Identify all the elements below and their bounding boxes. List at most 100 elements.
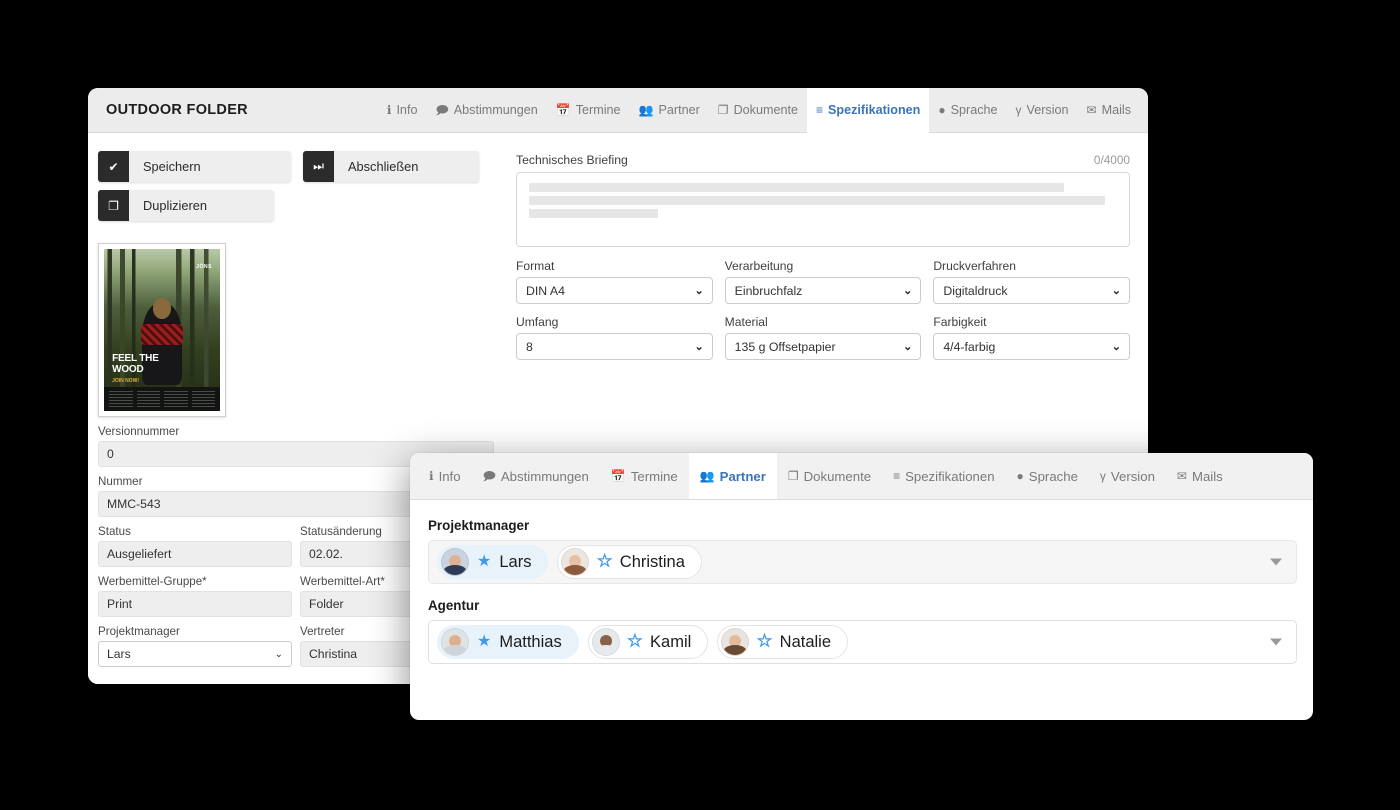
tab-label: Dokumente — [803, 468, 872, 484]
avatar — [441, 628, 469, 656]
tab-label: Info — [438, 468, 461, 484]
poster-preview-image: JÖNS FEEL THE WOOD JOIN NOW! www.joens-o… — [104, 249, 220, 411]
documents-icon: ❐ — [717, 103, 729, 117]
tab-label: Sprache — [1028, 468, 1078, 484]
envelope-icon: ✉ — [1176, 469, 1187, 483]
tab-label: Sprache — [950, 103, 998, 117]
duplicate-button[interactable]: ❐ Duplizieren — [98, 190, 274, 221]
farbigkeit-value: 4/4-farbig — [943, 339, 996, 354]
projektmanager-value: Lars — [107, 647, 131, 661]
back-panel-header: OUTDOOR FOLDER ℹ Info 🗩 Abstimmungen 📅 T… — [88, 88, 1148, 133]
chevron-down-icon: ⌄ — [694, 341, 704, 353]
agentur-chip-list: ★ Matthias ★ Kamil ★ Natalie — [437, 625, 849, 659]
projektmanager-chip-list: ★ Lars ★ Christina — [437, 545, 702, 579]
preview-thumbnail[interactable]: JÖNS FEEL THE WOOD JOIN NOW! www.joens-o… — [98, 243, 226, 417]
tab-sprache[interactable]: ● Sprache — [929, 88, 1006, 133]
avatar — [441, 548, 469, 576]
tab-termine[interactable]: 📅 Termine — [547, 88, 630, 133]
briefing-char-counter: 0/4000 — [1093, 153, 1130, 167]
tab-spezifikationen[interactable]: ≡ Spezifikationen — [806, 88, 930, 133]
chevron-down-icon: ⌄ — [1111, 341, 1121, 353]
info-icon: ℹ — [386, 103, 392, 117]
fp-tab-abstimmungen[interactable]: 🗩 Abstimmungen — [472, 453, 600, 499]
star-outline-icon[interactable]: ★ — [597, 553, 613, 570]
poster-footer-col — [191, 390, 215, 407]
star-filled-icon[interactable]: ★ — [477, 554, 491, 570]
calendar-icon: 📅 — [610, 469, 626, 483]
tab-mails[interactable]: ✉ Mails — [1078, 88, 1140, 133]
fp-tab-mails[interactable]: ✉ Mails — [1166, 453, 1234, 499]
list-icon: ≡ — [815, 103, 823, 117]
umfang-select[interactable]: 8 ⌄ — [516, 333, 713, 360]
fp-tab-partner[interactable]: 👥 Partner — [688, 453, 777, 499]
projektmanager-select[interactable]: Lars ⌄ — [98, 641, 292, 667]
tab-partner[interactable]: 👥 Partner — [630, 88, 709, 133]
agentur-partner-field[interactable]: ★ Matthias ★ Kamil ★ Natalie — [428, 620, 1297, 664]
person-chip-lars[interactable]: ★ Lars — [437, 545, 549, 579]
tab-label: Info — [396, 103, 418, 117]
tab-label: Termine — [630, 468, 678, 484]
poster-figure-hair — [152, 297, 172, 319]
format-value: DIN A4 — [526, 283, 565, 298]
save-button-label: Speichern — [143, 159, 201, 174]
avatar-body — [563, 564, 588, 575]
save-button[interactable]: ✔ Speichern — [98, 151, 291, 182]
druckverfahren-select[interactable]: Digitaldruck ⌄ — [933, 277, 1130, 304]
farbigkeit-select[interactable]: 4/4-farbig ⌄ — [933, 333, 1130, 360]
chevron-down-icon[interactable] — [1270, 558, 1282, 566]
briefing-textarea[interactable] — [516, 172, 1130, 247]
format-select[interactable]: DIN A4 ⌄ — [516, 277, 713, 304]
fp-tab-dokumente[interactable]: ❐ Dokumente — [777, 453, 882, 499]
tab-label: Termine — [575, 103, 621, 117]
globe-icon: ● — [1016, 469, 1024, 483]
fp-tab-termine[interactable]: 📅 Termine — [600, 453, 689, 499]
material-value: 135 g Offsetpapier — [734, 339, 836, 354]
star-filled-icon[interactable]: ★ — [477, 634, 491, 650]
person-chip-kamil[interactable]: ★ Kamil — [587, 625, 709, 659]
material-select[interactable]: 135 g Offsetpapier ⌄ — [724, 333, 922, 360]
star-outline-icon[interactable]: ★ — [757, 633, 773, 650]
verarbeitung-label: Verarbeitung — [724, 259, 794, 273]
tab-version[interactable]: γ Version — [1007, 88, 1078, 133]
info-icon: ℹ — [429, 469, 434, 483]
finish-button[interactable]: ⏭ Abschließen — [303, 151, 479, 182]
calendar-icon: 📅 — [555, 103, 571, 117]
projektmanager-label: Projektmanager — [98, 625, 180, 638]
action-button-row-1: ✔ Speichern ⏭ Abschließen — [98, 151, 494, 182]
fp-tab-version[interactable]: γ Version — [1089, 453, 1166, 499]
verarbeitung-value: Einbruchfalz — [734, 283, 803, 298]
chevron-down-icon: ⌄ — [1111, 285, 1121, 297]
agentur-group-title: Agentur — [428, 598, 480, 613]
fp-tab-sprache[interactable]: ● Sprache — [1006, 453, 1089, 499]
star-outline-icon[interactable]: ★ — [627, 633, 643, 650]
avatar-body — [723, 644, 748, 655]
versionnummer-label: Versionnummer — [98, 425, 180, 438]
avatar-body — [593, 644, 618, 655]
werbemittel-gruppe-field[interactable]: Print — [98, 591, 292, 617]
format-label: Format — [516, 259, 555, 273]
person-chip-matthias[interactable]: ★ Matthias — [437, 625, 579, 659]
person-chip-natalie[interactable]: ★ Natalie — [717, 625, 849, 659]
person-chip-christina[interactable]: ★ Christina — [557, 545, 702, 579]
tab-abstimmungen[interactable]: 🗩 Abstimmungen — [426, 88, 546, 133]
tab-label: Mails — [1191, 468, 1223, 484]
briefing-header: Technisches Briefing 0/4000 — [516, 153, 1130, 167]
fp-tab-info[interactable]: ℹ Info — [418, 453, 472, 499]
poster-footer-text-block — [104, 386, 220, 411]
users-icon: 👥 — [699, 469, 715, 483]
verarbeitung-select[interactable]: Einbruchfalz ⌄ — [724, 277, 922, 304]
branch-icon: γ — [1015, 103, 1022, 117]
status-field[interactable]: Ausgeliefert — [98, 541, 292, 567]
format-field-wrap: Format DIN A4 ⌄ — [516, 259, 713, 315]
chevron-down-icon[interactable] — [1270, 638, 1282, 646]
documents-icon: ❐ — [787, 469, 799, 483]
projektmanager-partner-field[interactable]: ★ Lars ★ Christina — [428, 540, 1297, 584]
tab-info[interactable]: ℹ Info — [378, 88, 427, 133]
check-icon: ✔ — [98, 151, 129, 182]
fp-tab-spezifikationen[interactable]: ≡ Spezifikationen — [882, 453, 1005, 499]
person-name: Kamil — [650, 632, 692, 651]
tab-dokumente[interactable]: ❐ Dokumente — [709, 88, 807, 133]
globe-icon: ● — [938, 103, 946, 117]
poster-headline: FEEL THE WOOD — [112, 354, 159, 375]
avatar — [561, 548, 590, 576]
